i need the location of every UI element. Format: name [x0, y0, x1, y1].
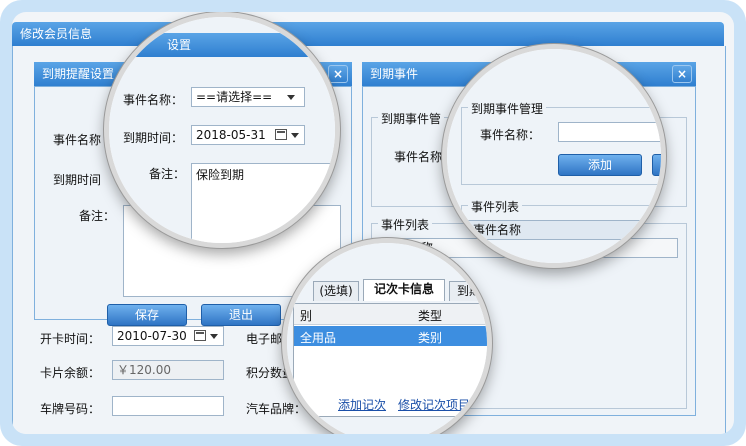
plate-label: 车牌号码：	[40, 402, 101, 416]
count-card-table: 别 类型 全用品 类别 添加记次 修改记次项目	[293, 303, 487, 417]
edit-count-link[interactable]: 修改记次项目	[398, 396, 470, 413]
balance-value: ￥120.00	[117, 363, 171, 377]
event-dialog-title: 到期事件	[370, 67, 419, 81]
exit-button[interactable]: 退出	[201, 304, 281, 326]
screenshot-frame: 修改会员信息 到期提醒设置 × 事件名称 到期时间 备注： 保存 退出 开卡时间…	[0, 0, 746, 446]
balance-field: ￥120.00	[112, 360, 224, 380]
calendar-icon[interactable]	[194, 330, 206, 341]
expire-time-value: 2018-05-31	[196, 128, 266, 142]
note-value: 保险到期	[196, 168, 245, 182]
add-event-button[interactable]: 添加	[558, 154, 642, 176]
card-tab-strip: (选填) 记次卡信息 到期	[287, 279, 487, 303]
lens-manage-group: 到期事件管理 事件名称： 添加	[461, 100, 661, 185]
chevron-down-icon	[210, 334, 218, 339]
col-category: 别	[300, 309, 313, 323]
row-name: 全用品	[300, 331, 337, 345]
chevron-down-icon	[291, 133, 299, 138]
add-count-link[interactable]: 添加记次	[338, 396, 386, 413]
email-label: 电子邮	[246, 332, 283, 346]
table-header: 别 类型	[294, 304, 487, 325]
col-type: 类型	[418, 309, 443, 323]
event-list-header: 事件名称	[468, 220, 661, 240]
note-textarea[interactable]: 保险到期	[191, 163, 335, 243]
open-date-label: 开卡时间：	[40, 332, 101, 346]
bg-event-label: 事件名称	[53, 133, 102, 147]
event-name-input[interactable]	[558, 122, 661, 142]
zoom-lens-event: 到期事件管理 事件名称： 添加 事件列表 事件名称	[442, 44, 666, 268]
open-date-field[interactable]: 2010-07-30	[112, 326, 224, 346]
desktop-screen: 修改会员信息 到期提醒设置 × 事件名称 到期时间 备注： 保存 退出 开卡时间…	[12, 12, 734, 434]
event-name-label-2: 事件名称：	[480, 128, 541, 142]
main-window-title: 修改会员信息	[20, 27, 93, 41]
calendar-icon[interactable]	[275, 129, 287, 140]
event-manage-group-title: 到期事件管	[378, 110, 445, 127]
lens-list-group-title: 事件列表	[468, 198, 523, 215]
tab-count-card[interactable]: 记次卡信息	[363, 279, 445, 301]
second-event-button[interactable]	[652, 154, 661, 176]
zoom-lens-remind: 设置 事件名称： ==请选择== 到期时间： 2018-05-31 备注： 保险…	[104, 12, 340, 248]
balance-label: 卡片余额：	[40, 366, 101, 380]
chevron-down-icon	[287, 95, 295, 100]
open-date-value: 2010-07-30	[117, 329, 187, 343]
tab-expire[interactable]: 到期	[449, 281, 487, 301]
expire-time-field[interactable]: 2018-05-31	[191, 125, 305, 145]
event-name-label: 事件名称：	[123, 93, 184, 107]
lens-remind-title: 设置	[167, 38, 192, 52]
lens-remind-titlebar: 设置	[109, 33, 335, 57]
tab-optional[interactable]: (选填)	[313, 281, 359, 301]
note-label: 备注：	[149, 167, 186, 181]
bg-time-label: 到期时间	[53, 173, 102, 187]
remind-dialog-title: 到期提醒设置	[42, 67, 115, 81]
event-name-value: ==请选择==	[196, 90, 273, 104]
close-icon: ×	[676, 67, 688, 81]
event-list-header-text: 事件名称	[473, 223, 522, 237]
lens-list-group: 事件列表 事件名称	[461, 198, 661, 263]
table-row[interactable]: 全用品 类别	[294, 326, 487, 346]
event-close-button[interactable]: ×	[672, 65, 692, 83]
row-type: 类别	[418, 331, 443, 345]
bg-event-name-label: 事件名称	[394, 150, 443, 164]
zoom-lens-card: (选填) 记次卡信息 到期 别 类型 全用品 类别 添加记次 修改记次项目	[282, 238, 492, 434]
expire-time-label: 到期时间：	[123, 131, 184, 145]
lens-manage-group-title: 到期事件管理	[468, 100, 547, 117]
event-list-group-title: 事件列表	[378, 216, 433, 233]
save-button[interactable]: 保存	[107, 304, 187, 326]
plate-field[interactable]	[112, 396, 224, 416]
